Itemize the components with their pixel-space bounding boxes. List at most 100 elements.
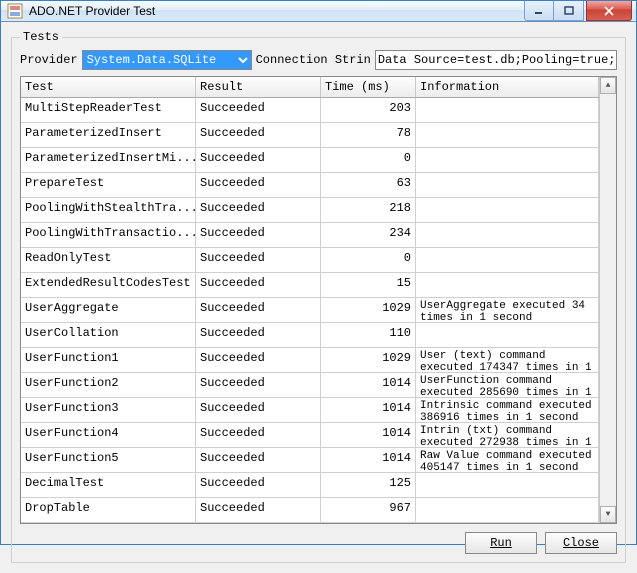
cell: Succeeded xyxy=(196,498,321,522)
cell: ParameterizedInsertMi... xyxy=(21,148,196,172)
grid-header: Test Result Time (ms) Information xyxy=(21,77,599,98)
connection-string-label: Connection Strin xyxy=(256,53,371,67)
table-row[interactable]: ReadOnlyTestSucceeded0 xyxy=(21,248,599,273)
maximize-button[interactable] xyxy=(554,1,584,21)
cell-info xyxy=(416,173,599,197)
provider-select[interactable]: System.Data.SQLite xyxy=(82,50,252,70)
cell: UserFunction5 xyxy=(21,448,196,472)
vertical-scrollbar[interactable]: ▲ ▼ xyxy=(599,77,616,523)
cell: Succeeded xyxy=(196,223,321,247)
cell: 1029 xyxy=(321,348,416,372)
app-icon xyxy=(7,3,23,19)
table-row[interactable]: UserCollationSucceeded110 xyxy=(21,323,599,348)
cell: Succeeded xyxy=(196,373,321,397)
cell-info xyxy=(416,198,599,222)
tests-group: Tests Provider System.Data.SQLite Connec… xyxy=(11,30,626,563)
cell: DropTable xyxy=(21,498,196,522)
table-row[interactable]: UserFunction1Succeeded1029User (text) co… xyxy=(21,348,599,373)
window: ADO.NET Provider Test Tests Provider Sys… xyxy=(0,0,637,545)
cell-info xyxy=(416,273,599,297)
table-row[interactable]: PoolingWithTransactio...Succeeded234 xyxy=(21,223,599,248)
cell: Succeeded xyxy=(196,398,321,422)
table-row[interactable]: ParameterizedInsertMi...Succeeded0 xyxy=(21,148,599,173)
minimize-button[interactable] xyxy=(524,1,554,21)
connection-string-input[interactable] xyxy=(375,50,617,70)
cell: 1014 xyxy=(321,448,416,472)
cell: PoolingWithStealthTra... xyxy=(21,198,196,222)
cell: Succeeded xyxy=(196,273,321,297)
table-row[interactable]: PoolingWithStealthTra...Succeeded218 xyxy=(21,198,599,223)
cell: 1014 xyxy=(321,373,416,397)
cell: UserFunction2 xyxy=(21,373,196,397)
cell: Succeeded xyxy=(196,323,321,347)
cell: Succeeded xyxy=(196,148,321,172)
results-grid[interactable]: Test Result Time (ms) Information MultiS… xyxy=(20,76,617,524)
table-row[interactable]: MultiStepReaderTestSucceeded203 xyxy=(21,98,599,123)
close-button[interactable] xyxy=(586,1,632,21)
cell: UserFunction4 xyxy=(21,423,196,447)
cell-info: UserAggregate executed 34 times in 1 sec… xyxy=(416,298,599,322)
cell-info: UserFunction command executed 285690 tim… xyxy=(416,373,599,397)
cell: PoolingWithTransactio... xyxy=(21,223,196,247)
cell: DecimalTest xyxy=(21,473,196,497)
top-controls-row: Provider System.Data.SQLite Connection S… xyxy=(20,50,617,70)
cell: ReadOnlyTest xyxy=(21,248,196,272)
cell-info xyxy=(416,498,599,522)
column-header-result[interactable]: Result xyxy=(196,77,321,97)
scroll-up-button[interactable]: ▲ xyxy=(600,77,616,94)
cell: 78 xyxy=(321,123,416,147)
group-legend: Tests xyxy=(20,30,62,44)
cell: Succeeded xyxy=(196,348,321,372)
close-dialog-button[interactable]: Close xyxy=(545,532,617,554)
client-area: Tests Provider System.Data.SQLite Connec… xyxy=(1,22,636,573)
table-row[interactable]: UserFunction5Succeeded1014Raw Value comm… xyxy=(21,448,599,473)
cell: 967 xyxy=(321,498,416,522)
table-row[interactable]: DropTableSucceeded967 xyxy=(21,498,599,523)
table-row[interactable]: DecimalTestSucceeded125 xyxy=(21,473,599,498)
table-row[interactable]: ExtendedResultCodesTestSucceeded15 xyxy=(21,273,599,298)
cell: Succeeded xyxy=(196,473,321,497)
scroll-down-button[interactable]: ▼ xyxy=(600,506,616,523)
cell: 63 xyxy=(321,173,416,197)
cell: 218 xyxy=(321,198,416,222)
scroll-track[interactable] xyxy=(600,94,616,506)
cell-info: Intrin (txt) command executed 272938 tim… xyxy=(416,423,599,447)
cell: Succeeded xyxy=(196,198,321,222)
table-row[interactable]: ParameterizedInsertSucceeded78 xyxy=(21,123,599,148)
column-header-test[interactable]: Test xyxy=(21,77,196,97)
cell: 203 xyxy=(321,98,416,122)
cell: 1014 xyxy=(321,398,416,422)
cell-info: Raw Value command executed 405147 times … xyxy=(416,448,599,472)
cell: UserCollation xyxy=(21,323,196,347)
grid-body[interactable]: MultiStepReaderTestSucceeded203Parameter… xyxy=(21,98,599,523)
cell-info xyxy=(416,148,599,172)
table-row[interactable]: PrepareTestSucceeded63 xyxy=(21,173,599,198)
provider-label: Provider xyxy=(20,53,78,67)
cell: PrepareTest xyxy=(21,173,196,197)
cell-info xyxy=(416,473,599,497)
cell: UserFunction1 xyxy=(21,348,196,372)
titlebar[interactable]: ADO.NET Provider Test xyxy=(1,1,636,22)
cell: Succeeded xyxy=(196,173,321,197)
window-title: ADO.NET Provider Test xyxy=(29,4,524,18)
cell-info xyxy=(416,223,599,247)
run-button[interactable]: Run xyxy=(465,532,537,554)
cell-info xyxy=(416,248,599,272)
cell-info: User (text) command executed 174347 time… xyxy=(416,348,599,372)
table-row[interactable]: UserFunction3Succeeded1014Intrinsic comm… xyxy=(21,398,599,423)
table-row[interactable]: UserFunction2Succeeded1014UserFunction c… xyxy=(21,373,599,398)
cell: Succeeded xyxy=(196,423,321,447)
column-header-info[interactable]: Information xyxy=(416,77,599,97)
cell-info xyxy=(416,123,599,147)
cell: Succeeded xyxy=(196,123,321,147)
cell: UserFunction3 xyxy=(21,398,196,422)
cell: 0 xyxy=(321,148,416,172)
cell: Succeeded xyxy=(196,448,321,472)
table-row[interactable]: UserAggregateSucceeded1029UserAggregate … xyxy=(21,298,599,323)
cell: Succeeded xyxy=(196,98,321,122)
cell-info xyxy=(416,323,599,347)
column-header-time[interactable]: Time (ms) xyxy=(321,77,416,97)
table-row[interactable]: UserFunction4Succeeded1014Intrin (txt) c… xyxy=(21,423,599,448)
cell: Succeeded xyxy=(196,298,321,322)
footer-buttons: Run Close xyxy=(20,532,617,554)
